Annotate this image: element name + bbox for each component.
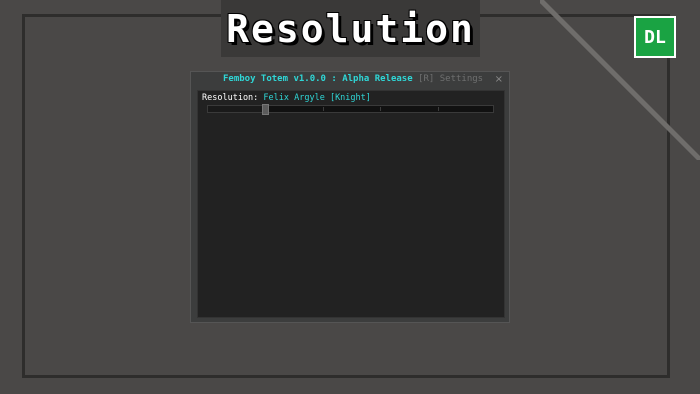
slider-fill — [208, 106, 265, 112]
window-title: Femboy Totem v1.0.0 : Alpha Release [R] … — [223, 74, 483, 84]
resolution-setting-label: Resolution: Felix Argyle [Knight] — [202, 93, 371, 103]
slider-thumb[interactable] — [262, 104, 269, 115]
title-banner: Resolution — [221, 0, 480, 57]
page-title: Resolution — [226, 6, 475, 51]
diagonal-stripe — [540, 0, 700, 160]
slider-tick — [380, 107, 381, 111]
setting-value: Felix Argyle [Knight] — [263, 93, 371, 103]
resolution-slider[interactable] — [207, 104, 494, 115]
window-titlebar[interactable]: Femboy Totem v1.0.0 : Alpha Release [R] … — [191, 72, 509, 90]
dl-badge-label: DL — [644, 26, 666, 48]
slider-tick — [323, 107, 324, 111]
close-icon[interactable]: × — [495, 74, 503, 85]
settings-window: Femboy Totem v1.0.0 : Alpha Release [R] … — [190, 71, 510, 323]
window-body: Resolution: Felix Argyle [Knight] — [197, 90, 505, 318]
dl-badge: DL — [634, 16, 676, 58]
window-title-text: Femboy Totem v1.0.0 : Alpha Release — [223, 74, 413, 84]
slider-tick — [438, 107, 439, 111]
setting-name: Resolution: — [202, 93, 259, 103]
window-title-suffix: [R] Settings — [418, 74, 484, 84]
